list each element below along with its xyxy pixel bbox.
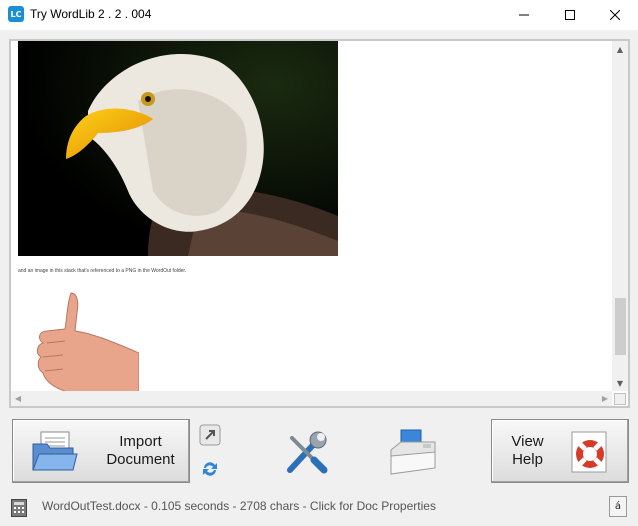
open-link-button[interactable] (199, 424, 221, 446)
thumbs-up-image (36, 292, 139, 391)
refresh-icon (203, 462, 217, 476)
scrollbar-corner (614, 393, 626, 405)
title-bar: LC Try WordLib 2 . 2 . 004 (0, 0, 638, 30)
scroll-left-icon[interactable]: ◀ (11, 391, 25, 406)
printer-icon (390, 429, 436, 475)
maximize-button[interactable] (547, 0, 593, 30)
calculator-icon (11, 499, 27, 517)
help-button-label: View Help (500, 433, 555, 469)
window-title: Try WordLib 2 . 2 . 004 (30, 7, 152, 21)
lifebuoy-icon (571, 431, 607, 473)
vertical-scrollbar[interactable]: ▲ ▼ (612, 41, 628, 391)
tools-button[interactable] (284, 430, 330, 481)
import-label-line2: Document (106, 451, 175, 468)
wrench-screwdriver-icon (287, 431, 328, 474)
close-button[interactable] (592, 0, 638, 30)
eagle-image (18, 41, 338, 256)
import-button-label: Import Document (93, 433, 188, 469)
app-icon: LC (8, 6, 24, 22)
print-button[interactable] (387, 428, 439, 483)
main-window: and an image in this stack that's refere… (0, 30, 638, 526)
document-caption: and an image in this stack that's refere… (18, 268, 187, 274)
vertical-scroll-thumb[interactable] (615, 298, 626, 355)
help-label-line1: View (511, 433, 544, 450)
import-label-line1: Import (119, 433, 162, 450)
maximize-icon (565, 10, 575, 20)
status-text[interactable]: WordOutTest.docx - 0.105 seconds - 2708 … (42, 499, 436, 513)
view-help-button[interactable]: View Help (491, 419, 629, 483)
link-arrow-icon (199, 424, 221, 446)
horizontal-scrollbar[interactable]: ◀ ▶ (11, 391, 612, 406)
minimize-icon (519, 14, 529, 16)
help-label-line2: Help (512, 451, 543, 468)
scroll-up-icon[interactable]: ▲ (612, 41, 628, 57)
import-document-button[interactable]: Import Document (12, 419, 190, 483)
scroll-down-icon[interactable]: ▼ (612, 375, 628, 391)
scroll-right-icon[interactable]: ▶ (598, 391, 612, 406)
font-button[interactable]: á (609, 496, 627, 517)
document-content: and an image in this stack that's refere… (11, 41, 612, 391)
document-viewer[interactable]: and an image in this stack that's refere… (9, 39, 630, 408)
close-icon (610, 10, 620, 20)
minimize-button[interactable] (501, 0, 547, 30)
folder-document-icon (32, 431, 78, 471)
refresh-button[interactable] (199, 458, 221, 480)
